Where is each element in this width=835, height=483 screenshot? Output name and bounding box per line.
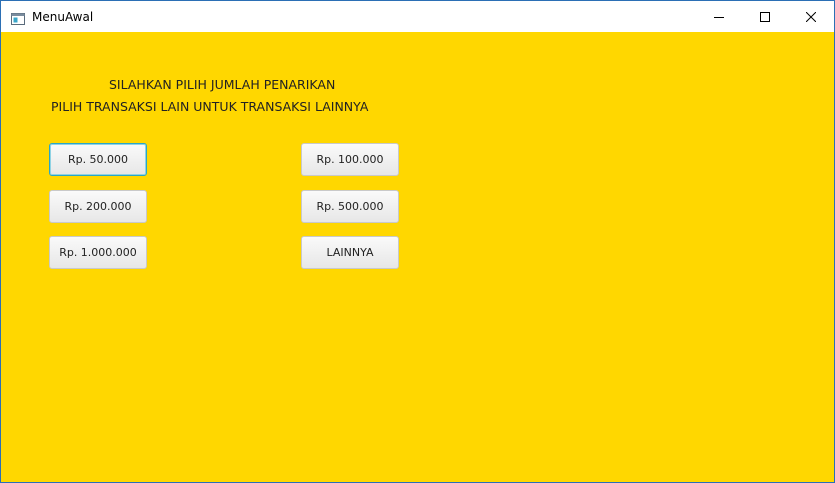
maximize-icon — [760, 11, 770, 22]
window-title: MenuAwal — [32, 10, 94, 24]
minimize-button[interactable] — [696, 1, 742, 32]
close-icon — [806, 11, 816, 22]
app-window-icon — [11, 10, 25, 25]
close-button[interactable] — [788, 1, 834, 32]
amount-100000-button[interactable]: Rp. 100.000 — [301, 143, 399, 176]
amount-50000-button[interactable]: Rp. 50.000 — [49, 143, 147, 176]
maximize-button[interactable] — [742, 1, 788, 32]
other-transaction-button[interactable]: LAINNYA — [301, 236, 399, 269]
app-window: MenuAwal SILAHKAN PILIH JUMLAH PENARIKAN… — [0, 0, 835, 483]
amount-500000-button[interactable]: Rp. 500.000 — [301, 190, 399, 223]
heading-line-1: SILAHKAN PILIH JUMLAH PENARIKAN — [109, 77, 336, 92]
main-panel: SILAHKAN PILIH JUMLAH PENARIKAN PILIH TR… — [1, 32, 834, 482]
minimize-icon — [714, 12, 724, 22]
title-bar: MenuAwal — [1, 1, 834, 32]
amount-1000000-button[interactable]: Rp. 1.000.000 — [49, 236, 147, 269]
amount-200000-button[interactable]: Rp. 200.000 — [49, 190, 147, 223]
heading-line-2: PILIH TRANSAKSI LAIN UNTUK TRANSAKSI LAI… — [51, 99, 369, 114]
